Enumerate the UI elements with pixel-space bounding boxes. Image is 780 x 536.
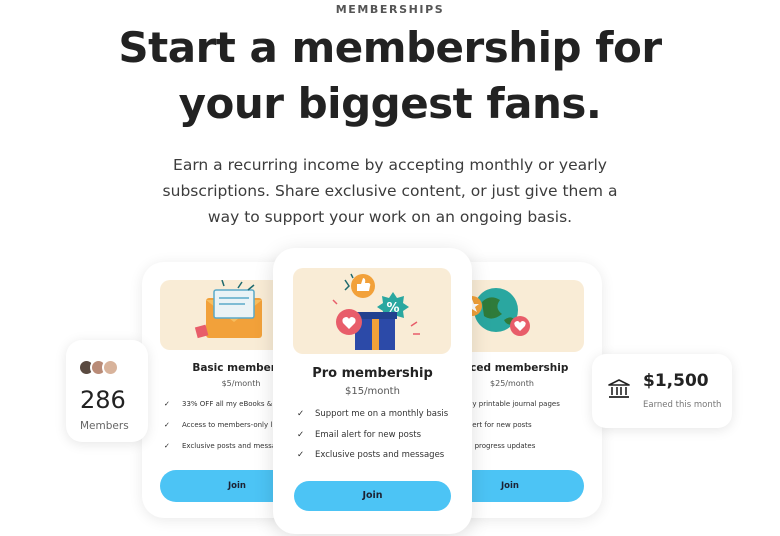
check-icon: ✓ <box>297 429 305 440</box>
check-icon: ✓ <box>297 450 305 460</box>
check-icon: ✓ <box>164 442 170 450</box>
pro-membership-card: % Pro membership $15/month ✓ Support me o… <box>273 248 472 534</box>
pro-illustration: % <box>293 268 451 354</box>
check-icon: ✓ <box>164 421 170 429</box>
list-item: ✓ Exclusive posts and messages <box>297 450 445 460</box>
list-item: ✓ Email alert for new posts <box>297 429 422 440</box>
pro-tier-title: Pro membership <box>312 366 433 381</box>
subtext-line-2: subscriptions. Share exclusive content, … <box>162 182 618 200</box>
pro-join-button[interactable]: Join <box>294 481 451 511</box>
bank-icon <box>608 379 630 398</box>
section-eyebrow: MEMBERSHIPS <box>335 3 445 16</box>
pro-tier-price: $15/month <box>345 386 400 397</box>
page-subtext: Earn a recurring income by accepting mon… <box>140 152 640 230</box>
earnings-amount: $1,500 <box>643 371 709 391</box>
subtext-line-1: Earn a recurring income by accepting mon… <box>173 156 607 174</box>
members-label: Members <box>80 420 129 432</box>
members-count: 286 <box>80 386 126 414</box>
page-headline: Start a membership for your biggest fans… <box>0 20 780 132</box>
headline-line-2: your biggest fans. <box>178 79 602 128</box>
avatar <box>102 359 119 376</box>
earnings-stat-card: $1,500 Earned this month <box>592 354 732 428</box>
pro-feature-list: ✓ Support me on a monthly basis ✓ Email al… <box>297 409 457 471</box>
members-stat-card: 286 Members <box>66 340 148 442</box>
gift-illustration-icon: % <box>332 273 420 350</box>
check-icon: ✓ <box>164 400 170 408</box>
list-item: ✓ Support me on a monthly basis <box>297 409 449 419</box>
check-icon: ✓ <box>297 409 305 419</box>
earnings-label: Earned this month <box>643 400 722 410</box>
subtext-line-3: way to support your work on an ongoing b… <box>207 208 573 226</box>
headline-line-1: Start a membership for <box>118 23 662 72</box>
